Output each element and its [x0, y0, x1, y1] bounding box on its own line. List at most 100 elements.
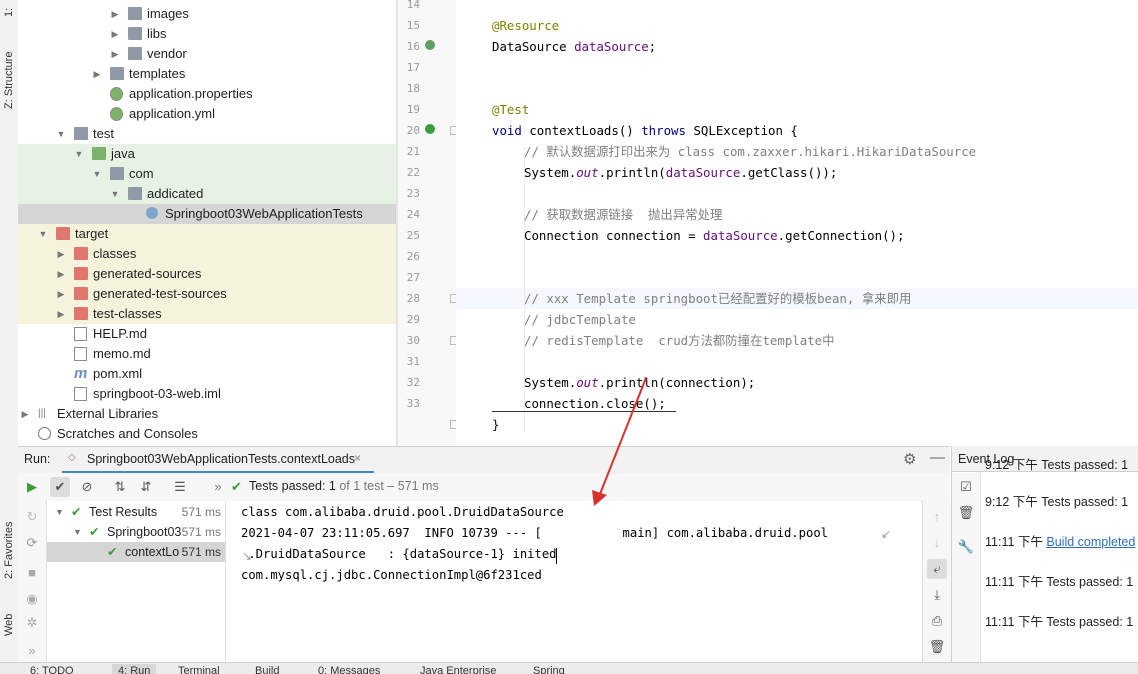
bean-gutter-icon[interactable]	[425, 40, 435, 50]
chevron-right-icon[interactable]: ▶	[92, 64, 102, 84]
test-result-row[interactable]: ▼ ✔ Test Results 571 ms	[47, 502, 225, 522]
chevron-down-icon[interactable]: ▼	[74, 144, 84, 164]
tree-item[interactable]: ▶ libs	[18, 24, 396, 44]
favorites-tool-button[interactable]: 2: Favorites	[0, 515, 18, 585]
annotation-text: @Resource	[492, 18, 560, 33]
scroll-to-end-icon[interactable]: ⤓	[927, 585, 947, 605]
wrench-icon[interactable]: 🔧	[956, 537, 976, 557]
line-number: 27	[406, 271, 420, 284]
test-result-label: contextLo	[125, 545, 180, 559]
chevron-right-icon[interactable]: ▶	[20, 404, 30, 424]
maven-icon: m	[74, 365, 88, 382]
chevron-right-icon[interactable]: ▶	[56, 244, 66, 264]
tree-item-label: templates	[129, 66, 186, 81]
line-number: 21	[406, 145, 420, 158]
tree-item[interactable]: application.properties	[18, 84, 396, 104]
test-result-row[interactable]: ▼ ✔ Springboot03 571 ms	[47, 522, 225, 542]
folder-icon	[128, 47, 142, 60]
trash-icon[interactable]: 🗑	[927, 637, 947, 657]
show-ignored-icon[interactable]: ⊘	[77, 477, 97, 497]
stop-icon[interactable]: ■	[22, 563, 42, 583]
sort-duration-icon[interactable]: ⇵	[136, 477, 156, 497]
console-output[interactable]: class com.alibaba.druid.pool.DruidDataSo…	[226, 501, 921, 662]
tree-item[interactable]: ▶ vendor	[18, 44, 396, 64]
gear-icon[interactable]: ⚙	[903, 450, 916, 468]
field-text: dataSource	[703, 228, 778, 243]
web-tool-button[interactable]: Web	[0, 605, 18, 645]
down-arrow-icon[interactable]: ↓	[927, 533, 947, 553]
tree-item[interactable]: memo.md	[18, 344, 396, 364]
chevron-down-icon[interactable]: ▼	[38, 224, 48, 244]
tree-item-label: generated-sources	[93, 266, 202, 281]
structure-tool-button[interactable]: Z: Structure	[0, 40, 18, 120]
sort-alpha-icon[interactable]: ⇅	[110, 477, 130, 497]
tree-item[interactable]: ▶ generated-test-sources	[18, 284, 396, 304]
line-number: 17	[406, 61, 420, 74]
rerun-icon[interactable]: ▶	[22, 477, 42, 497]
bottom-tool-bar: 6: TODO 4: Run Terminal Build 0: Messages Jav…	[0, 662, 1138, 674]
tree-item[interactable]: ▼ target	[18, 224, 396, 244]
show-passed-icon[interactable]: ✔	[50, 477, 70, 497]
tree-item[interactable]: ▼ test	[18, 124, 396, 144]
run-test-gutter-icon[interactable]	[425, 124, 435, 134]
tree-item-label: java	[111, 146, 135, 161]
code-editor[interactable]: @Resource DataSource dataSource; @Test v…	[456, 0, 1138, 446]
tree-item[interactable]: ▶ generated-sources	[18, 264, 396, 284]
mark-read-icon[interactable]: ☑	[956, 477, 976, 497]
trash-icon[interactable]: 🗑	[956, 503, 976, 523]
console-line: .DruidDataSource : {dataSource-1} inited	[241, 547, 557, 561]
chevron-down-icon[interactable]: ▼	[110, 184, 120, 204]
print-icon[interactable]: ⎙	[927, 611, 947, 631]
soft-wrap-toggle-icon[interactable]: ⤶	[927, 559, 947, 579]
tree-item[interactable]: HELP.md	[18, 324, 396, 344]
tree-item-label: addicated	[147, 186, 204, 201]
folder-red-icon	[74, 267, 88, 280]
more-actions-icon[interactable]: »	[22, 641, 42, 661]
chevron-down-icon[interactable]: ▼	[92, 164, 102, 184]
chevron-right-icon[interactable]: ▶	[110, 24, 120, 44]
tree-item-label: com	[129, 166, 154, 181]
tree-item[interactable]: ▶ ||| External Libraries	[18, 404, 396, 424]
tree-item[interactable]: ▶ test-classes	[18, 304, 396, 324]
expand-all-icon[interactable]: ☰	[170, 477, 190, 497]
tree-item-label: HELP.md	[93, 326, 147, 341]
tree-item[interactable]: application.yml	[18, 104, 396, 124]
console-line: 2021-04-07 23:11:05.697 INFO 10739 --- […	[241, 526, 828, 540]
project-tool-button[interactable]: 1:	[0, 0, 18, 24]
tree-item[interactable]: ▼ addicated	[18, 184, 396, 204]
tree-item[interactable]: ▼ com	[18, 164, 396, 184]
tree-item[interactable]: ▶ classes	[18, 244, 396, 264]
minimize-icon[interactable]: —	[930, 449, 945, 466]
folder-icon	[128, 7, 142, 20]
close-icon[interactable]: ×	[354, 451, 361, 465]
run-tab[interactable]: ◇ Springboot03WebApplicationTests.contex…	[62, 447, 374, 474]
chevron-down-icon[interactable]: ▼	[55, 502, 64, 522]
settings-icon[interactable]: ✲	[22, 613, 42, 633]
chevron-right-icon[interactable]: ▶	[56, 264, 66, 284]
more-icon[interactable]: »	[208, 477, 228, 497]
tree-item[interactable]: ▶ templates	[18, 64, 396, 84]
line-number: 32	[406, 376, 420, 389]
chevron-right-icon[interactable]: ▶	[56, 304, 66, 324]
tree-item[interactable]: m pom.xml	[18, 364, 396, 384]
toggle-auto-test-icon[interactable]: ⟳	[22, 533, 42, 553]
chevron-down-icon[interactable]: ▼	[56, 124, 66, 144]
tree-item-label: target	[75, 226, 109, 241]
test-result-row[interactable]: ✔ contextLo 571 ms	[47, 542, 225, 562]
chevron-down-icon[interactable]: ▼	[73, 522, 82, 542]
tree-item[interactable]: springboot-03-web.iml	[18, 384, 396, 404]
tree-item[interactable]: Scratches and Consoles	[18, 424, 396, 444]
event-time: 11:11 下午	[985, 535, 1047, 549]
tree-item[interactable]: Springboot03WebApplicationTests	[18, 204, 396, 224]
tree-item[interactable]: ▶ images	[18, 4, 396, 24]
rerun-failed-icon[interactable]: ↻	[22, 507, 42, 527]
up-arrow-icon[interactable]: ↑	[927, 507, 947, 527]
tree-item[interactable]: ▼ java	[18, 144, 396, 164]
chevron-right-icon[interactable]: ▶	[56, 284, 66, 304]
event-log-toolbar: ☑ 🗑 🔧	[952, 473, 981, 662]
camera-icon[interactable]: ◉	[22, 589, 42, 609]
console-line: class com.alibaba.druid.pool.DruidDataSo…	[241, 505, 564, 519]
chevron-right-icon[interactable]: ▶	[110, 4, 120, 24]
event-link[interactable]: Build completed	[1046, 535, 1135, 549]
chevron-right-icon[interactable]: ▶	[110, 44, 120, 64]
